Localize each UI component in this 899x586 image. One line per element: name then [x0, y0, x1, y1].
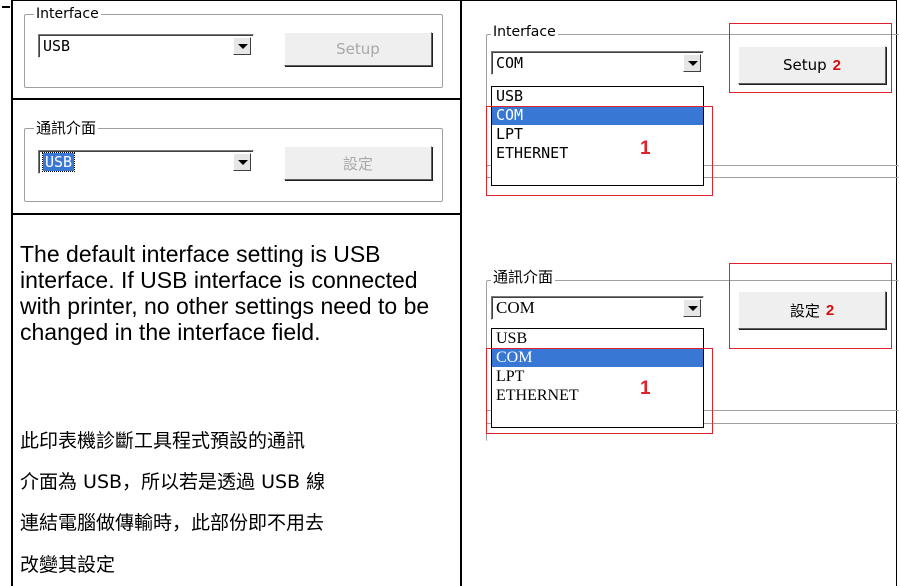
- dropdown-arrow-icon[interactable]: [683, 299, 701, 317]
- description-chinese-line-4: 改變其設定: [20, 554, 116, 576]
- setup-button-zh[interactable]: 設定: [284, 146, 432, 180]
- description-chinese-line-1: 此印表機診斷工具程式預設的通訊: [20, 430, 306, 452]
- interface-combo-zh-open[interactable]: COM: [491, 296, 704, 320]
- top-left-rule: [0, 0, 11, 18]
- dropdown-arrow-icon[interactable]: [683, 54, 701, 72]
- option-usb[interactable]: USB: [492, 329, 703, 348]
- combo-value: COM: [496, 298, 535, 317]
- interface-group-title-zh-open: 通訊介面: [491, 268, 556, 286]
- combo-value: COM: [496, 54, 524, 72]
- combo-value: USB: [43, 37, 71, 55]
- annotation-box-list-en: [486, 106, 713, 196]
- annotation-box-button-zh: [729, 263, 892, 349]
- description-chinese-line-3: 連結電腦做傳輸時，此部份即不用去: [20, 512, 325, 534]
- annotation-box-list-zh: [486, 348, 713, 434]
- annotation-box-button-en: [729, 23, 892, 93]
- step-marker-1: 1: [640, 138, 651, 159]
- interface-combo-zh[interactable]: USB: [38, 150, 254, 174]
- interface-combo-en-open[interactable]: COM: [491, 51, 704, 75]
- left-row-divider-1: [11, 98, 461, 100]
- interface-group-title-en-open: Interface: [491, 24, 558, 40]
- option-usb[interactable]: USB: [492, 87, 703, 106]
- dropdown-arrow-icon[interactable]: [233, 37, 251, 55]
- interface-group-title-en: Interface: [34, 6, 101, 22]
- left-row-divider-2: [11, 213, 461, 215]
- dropdown-arrow-icon[interactable]: [233, 153, 251, 171]
- step-marker-1: 1: [640, 378, 651, 399]
- setup-button-en[interactable]: Setup: [284, 32, 432, 66]
- description-chinese-line-2: 介面為 USB，所以若是透過 USB 線: [20, 471, 326, 493]
- interface-combo-en[interactable]: USB: [38, 34, 254, 58]
- column-divider: [460, 0, 462, 586]
- interface-group-title-zh: 通訊介面: [34, 119, 99, 137]
- setup-button-label: Setup: [336, 40, 380, 58]
- setup-button-label: 設定: [342, 154, 373, 173]
- combo-value-selected: USB: [41, 152, 76, 172]
- description-english: The default interface setting is USB int…: [20, 241, 430, 345]
